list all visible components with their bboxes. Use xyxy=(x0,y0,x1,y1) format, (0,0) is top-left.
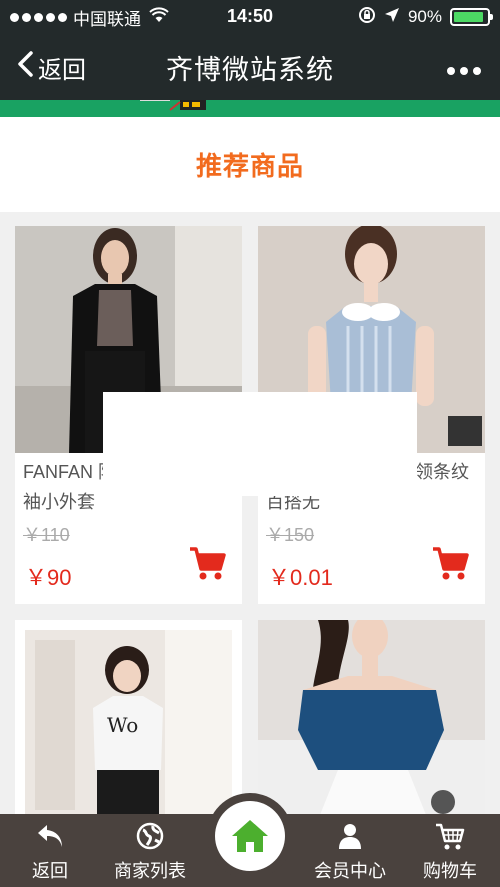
status-bar: 中国联通 14:50 90% xyxy=(0,0,500,34)
banner-decoration xyxy=(140,100,206,111)
navigation-bar: 返回 齐博微站系统 xyxy=(0,34,500,100)
tab-label: 商家列表 xyxy=(114,861,186,881)
location-arrow-icon xyxy=(384,7,400,28)
product-card[interactable]: Wo xyxy=(15,620,242,820)
app-header: 中国联通 14:50 90% 返回 齐博微站系统 xyxy=(0,0,500,100)
redaction-overlay xyxy=(103,392,417,496)
home-button-inner xyxy=(215,801,285,871)
home-button[interactable] xyxy=(207,793,293,879)
tab-label: 购物车 xyxy=(423,861,477,881)
woman-blue-off-shoulder-top-photo[interactable] xyxy=(258,620,485,820)
add-to-cart-icon[interactable] xyxy=(431,544,469,582)
recommended-section-header: 推荐商品 xyxy=(0,117,500,212)
sale-price: ￥0.01 xyxy=(268,565,333,590)
sale-price: ￥90 xyxy=(25,565,72,590)
cart-icon xyxy=(436,823,465,850)
home-icon xyxy=(232,820,268,852)
wifi-icon xyxy=(149,6,169,28)
add-to-cart-icon[interactable] xyxy=(188,544,226,582)
tab-merchant-list[interactable]: 商家列表 xyxy=(100,814,200,887)
chevron-left-icon xyxy=(16,50,34,84)
globe-icon xyxy=(136,822,164,850)
section-title: 推荐商品 xyxy=(195,151,304,181)
banner-strip xyxy=(0,100,500,117)
more-dots-icon[interactable] xyxy=(446,52,500,82)
product-card[interactable] xyxy=(258,620,485,820)
tab-label: 返回 xyxy=(32,861,68,881)
tab-back[interactable]: 返回 xyxy=(0,814,100,887)
tab-label: 会员中心 xyxy=(314,861,386,881)
signal-strength-icon xyxy=(10,12,67,22)
tab-member-center[interactable]: 会员中心 xyxy=(300,814,400,887)
rotation-lock-icon xyxy=(358,6,376,29)
user-icon xyxy=(339,824,361,849)
svg-text:Wo: Wo xyxy=(107,713,138,737)
battery-percent: 90% xyxy=(407,7,442,26)
back-label: 返回 xyxy=(38,56,86,84)
back-button[interactable]: 返回 xyxy=(0,50,86,85)
battery-icon xyxy=(450,8,493,26)
back-arrow-icon xyxy=(38,825,62,847)
tab-shopping-cart[interactable]: 购物车 xyxy=(400,814,500,887)
woman-white-printed-tee-photo[interactable]: Wo xyxy=(15,620,242,820)
carrier-name: 中国联通 xyxy=(73,9,141,29)
